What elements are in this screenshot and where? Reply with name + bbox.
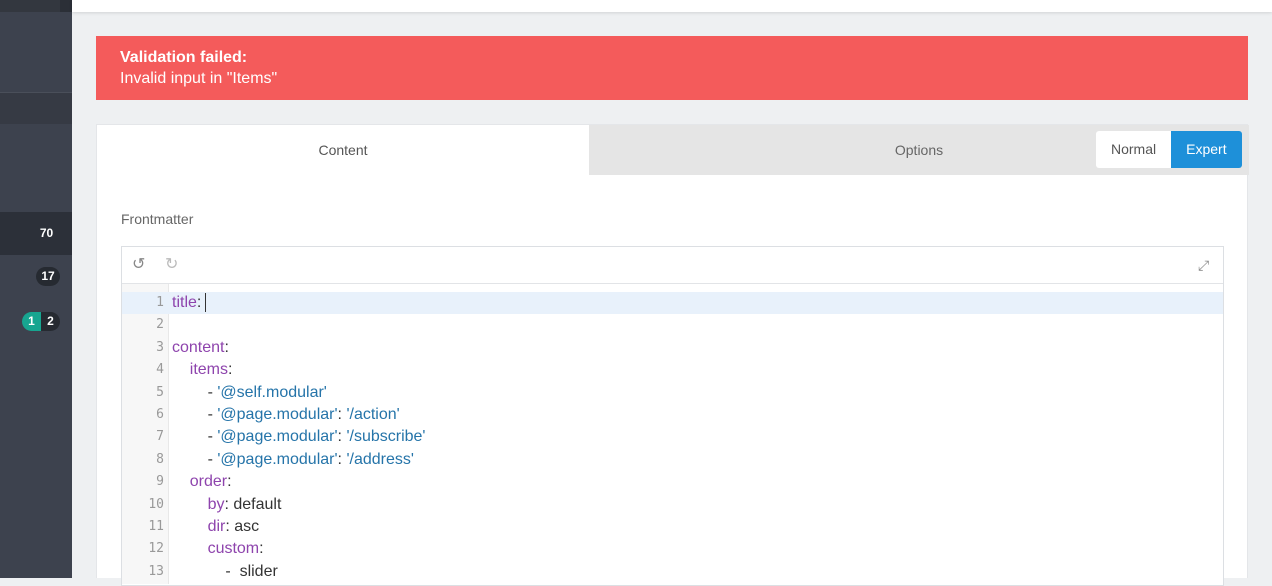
- code-line[interactable]: 1 title:: [122, 292, 1223, 315]
- yaml-punct: : asc: [225, 517, 260, 535]
- line-number: 1: [156, 295, 164, 310]
- editor-toolbar: ↺ ↻ ⤢: [122, 247, 1223, 284]
- yaml-punct: :: [224, 338, 229, 356]
- yaml-punct: :: [227, 473, 232, 491]
- line-number: 2: [156, 317, 164, 333]
- count-badge-70: 70: [39, 226, 54, 240]
- sidebar-toggle[interactable]: [60, 0, 72, 12]
- updates-badge-total: 2: [41, 312, 60, 331]
- frontmatter-editor[interactable]: ↺ ↻ ⤢ 1 title: 2 3 content: 4 items: 5 - '@sel…: [121, 246, 1224, 586]
- line-number: 7: [156, 429, 164, 445]
- yaml-punct: :: [196, 294, 202, 311]
- yaml-punct: -: [207, 450, 218, 468]
- yaml-string: '/subscribe': [346, 428, 426, 446]
- undo-icon[interactable]: ↺: [132, 256, 145, 274]
- expert-mode-button[interactable]: Expert: [1171, 131, 1242, 168]
- code-text: dir: asc: [172, 516, 260, 538]
- code-text: custom:: [172, 538, 264, 560]
- yaml-punct: : default: [224, 495, 282, 513]
- line-number: 9: [156, 474, 164, 490]
- sidebar-header[interactable]: [0, 0, 60, 12]
- code-line[interactable]: 13 - slider: [122, 561, 1223, 583]
- line-number: 11: [148, 518, 164, 534]
- validation-alert: Validation failed: Invalid input in "Ite…: [96, 36, 1248, 100]
- code-line[interactable]: 10 by: default: [122, 494, 1223, 516]
- code-text: by: default: [172, 494, 282, 516]
- code-text: order:: [172, 471, 232, 493]
- code-line[interactable]: 4 items:: [122, 359, 1223, 381]
- code-text: - '@page.modular': '/address': [172, 449, 414, 471]
- mode-toggle: Normal Expert: [1096, 131, 1242, 168]
- code-line[interactable]: 6 - '@page.modular': '/action': [122, 404, 1223, 426]
- sidebar-item-active[interactable]: [0, 212, 72, 255]
- sidebar-section-divider: [0, 92, 72, 124]
- line-number: 8: [156, 451, 164, 467]
- yaml-key: dir: [207, 517, 226, 535]
- redo-icon[interactable]: ↻: [165, 256, 178, 274]
- tab-bar: Content Options Normal Expert: [97, 125, 1249, 175]
- yaml-key: custom: [207, 540, 260, 558]
- code-line[interactable]: 8 - '@page.modular': '/address': [122, 449, 1223, 471]
- line-number: 12: [148, 541, 164, 557]
- tab-content[interactable]: Content: [97, 125, 589, 175]
- yaml-key: order: [189, 473, 228, 491]
- line-number: 10: [148, 496, 164, 512]
- yaml-key: items: [189, 361, 229, 379]
- yaml-string: '@page.modular': [217, 450, 338, 468]
- yaml-punct: -: [207, 405, 218, 423]
- sidebar: 70 17 1 2: [0, 0, 72, 578]
- code-line[interactable]: 3 content:: [122, 337, 1223, 359]
- line-number: 4: [156, 362, 164, 378]
- normal-mode-button[interactable]: Normal: [1096, 131, 1172, 168]
- code-line[interactable]: 5 - '@self.modular': [122, 382, 1223, 404]
- yaml-string: '@self.modular': [217, 383, 327, 401]
- code-line[interactable]: 11 dir: asc: [122, 516, 1223, 538]
- frontmatter-label: Frontmatter: [121, 211, 194, 227]
- code-text: - '@page.modular': '/action': [172, 404, 400, 426]
- code-text: - slider: [172, 561, 278, 583]
- yaml-string: '/address': [346, 450, 414, 468]
- code-line[interactable]: 2: [122, 314, 1223, 336]
- yaml-key: by: [207, 495, 225, 513]
- code-text: items:: [172, 359, 233, 381]
- yaml-punct: -: [207, 428, 218, 446]
- alert-title: Validation failed:: [120, 49, 248, 66]
- yaml-punct: :: [259, 540, 264, 558]
- yaml-punct: -: [207, 383, 218, 401]
- text-cursor: [205, 293, 207, 313]
- editor-panel: Content Options Normal Expert Frontmatte…: [96, 124, 1249, 586]
- yaml-punct: - slider: [225, 562, 278, 580]
- yaml-string: '@page.modular': [217, 428, 338, 446]
- code-lines[interactable]: 1 title: 2 3 content: 4 items: 5 - '@self.modu…: [122, 292, 1223, 583]
- code-line[interactable]: 12 custom:: [122, 538, 1223, 560]
- updates-badge-new: 1: [22, 312, 41, 331]
- yaml-key: content: [172, 338, 225, 356]
- yaml-punct: :: [228, 361, 233, 379]
- alert-message: Invalid input in "Items": [120, 70, 278, 87]
- code-line[interactable]: 9 order:: [122, 471, 1223, 493]
- code-text: content:: [172, 337, 229, 359]
- line-number: 3: [156, 339, 164, 355]
- expand-icon[interactable]: ⤢: [1198, 256, 1209, 274]
- yaml-key: title: [172, 294, 197, 311]
- yaml-string: '@page.modular': [217, 405, 338, 423]
- code-text: title:: [172, 292, 207, 314]
- code-text: - '@self.modular': [172, 382, 327, 404]
- count-badge-17: 17: [36, 267, 60, 286]
- line-number: 13: [148, 563, 164, 579]
- top-bar: [72, 0, 1272, 12]
- line-number: 6: [156, 406, 164, 422]
- yaml-string: '/action': [346, 405, 400, 423]
- line-number: 5: [156, 384, 164, 400]
- code-text: - '@page.modular': '/subscribe': [172, 426, 426, 448]
- code-line[interactable]: 7 - '@page.modular': '/subscribe': [122, 426, 1223, 448]
